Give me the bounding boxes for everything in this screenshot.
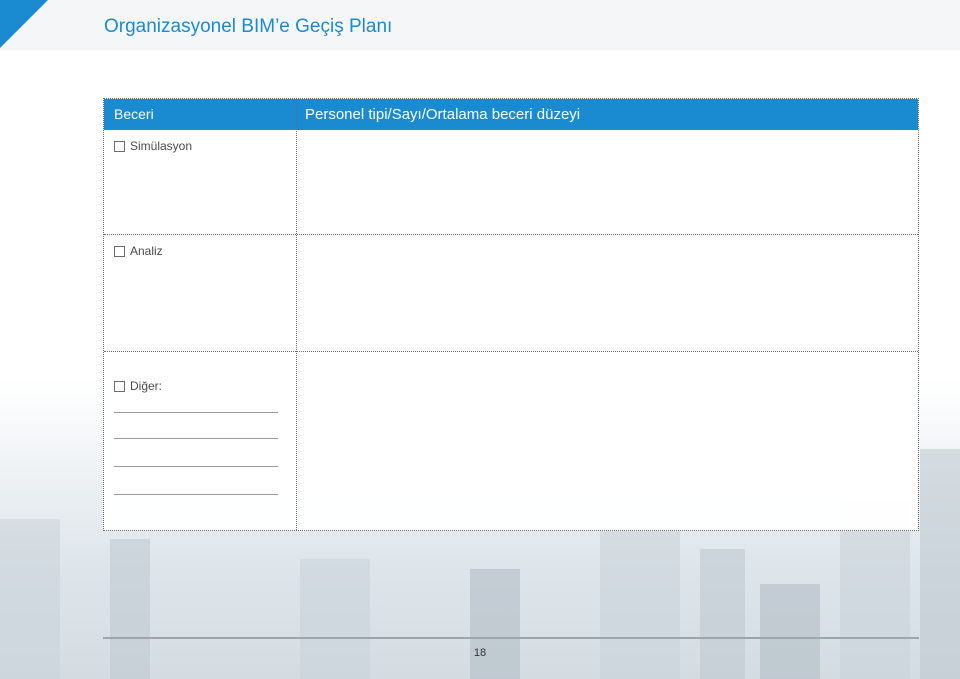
write-in-line[interactable] xyxy=(114,438,278,439)
write-in-line[interactable] xyxy=(114,466,278,467)
checkbox[interactable] xyxy=(114,245,125,257)
checkbox[interactable] xyxy=(114,380,125,392)
write-in-line[interactable] xyxy=(114,412,278,413)
page-number: 18 xyxy=(473,647,487,659)
option-label: Diğer: xyxy=(130,379,163,393)
write-in-line[interactable] xyxy=(114,494,278,495)
column-header-staff: Personel tipi/Sayı/Ortalama beceri düzey… xyxy=(305,106,581,123)
footer-rule xyxy=(103,637,919,639)
table-header: Beceri Personel tipi/Sayı/Ortalama becer… xyxy=(104,99,918,130)
page-title: Organizasyonel BIM’e Geçiş Planı xyxy=(104,16,393,37)
skills-table: Beceri Personel tipi/Sayı/Ortalama becer… xyxy=(103,98,919,531)
option-label: Analiz xyxy=(130,244,163,258)
checkbox[interactable] xyxy=(114,140,125,152)
option-simulasyon[interactable]: Simülasyon xyxy=(114,139,192,153)
staff-cell-diger[interactable] xyxy=(298,354,916,528)
option-label: Simülasyon xyxy=(130,139,193,153)
column-header-skill: Beceri xyxy=(114,106,154,122)
option-analiz[interactable]: Analiz xyxy=(114,244,163,258)
option-diger[interactable]: Diğer: xyxy=(114,379,162,393)
staff-cell-analiz[interactable] xyxy=(298,237,916,349)
column-divider xyxy=(296,99,297,530)
row-divider xyxy=(104,234,918,235)
corner-accent xyxy=(0,0,48,48)
row-divider xyxy=(104,351,918,352)
document-page: Organizasyonel BIM’e Geçiş Planı Beceri … xyxy=(0,0,960,679)
staff-cell-simulasyon[interactable] xyxy=(298,132,916,232)
